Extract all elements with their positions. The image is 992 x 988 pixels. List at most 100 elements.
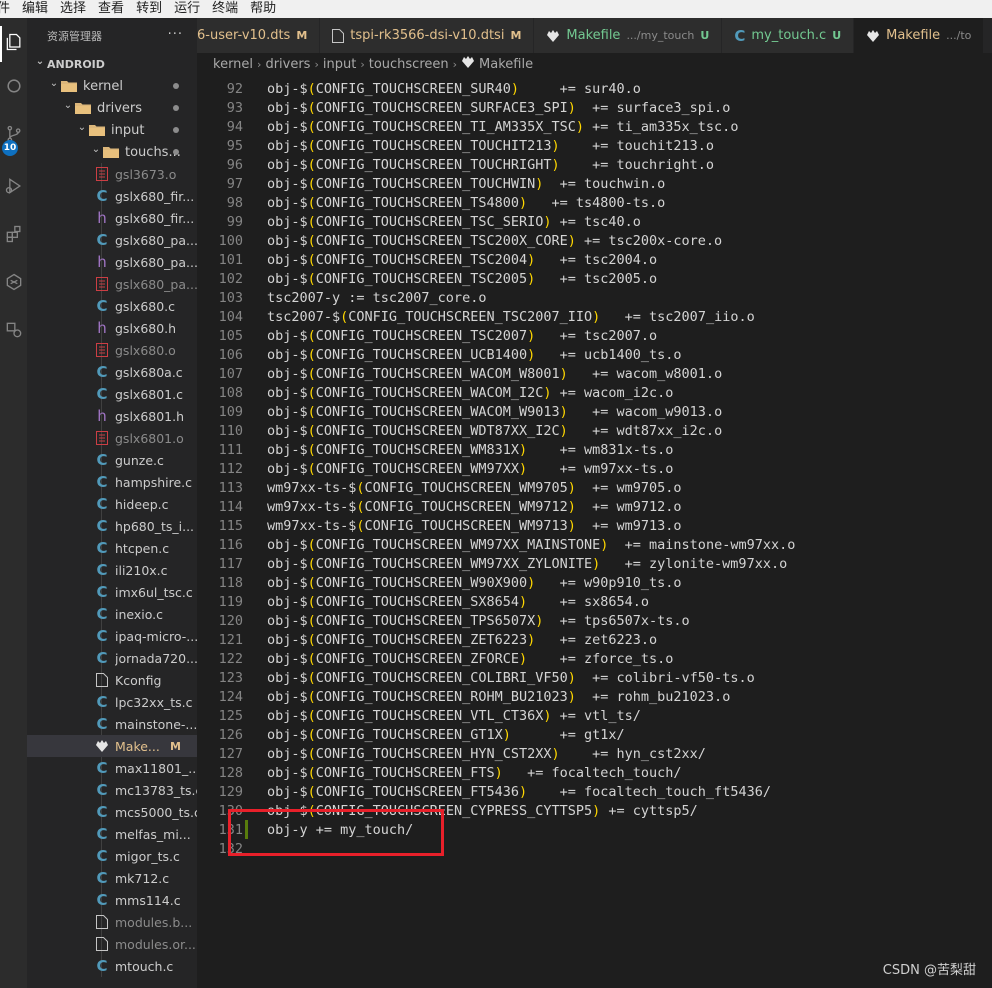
file-item[interactable]: gslx6801.o [27, 427, 197, 449]
code-text: obj-$(CONFIG_TOUCHSCREEN_WM97XX_ZYLONITE… [267, 556, 787, 572]
tab-6-user-v10-dts[interactable]: 6-user-v10.dts M [197, 18, 321, 53]
folder-item[interactable]: ⌄ kernel [27, 75, 197, 97]
menu-item[interactable]: 帮助 [244, 0, 282, 18]
settings-sync-icon[interactable] [0, 310, 27, 350]
run-debug-icon[interactable] [0, 166, 27, 206]
open-paren: ( [307, 802, 316, 819]
menu-item[interactable]: 运行 [168, 0, 206, 18]
tab-makefile[interactable]: Makefile .../my_touch U [534, 18, 723, 53]
file-item[interactable]: gsl3673.o [27, 163, 197, 185]
menu-item[interactable]: 件 [0, 0, 16, 18]
code-text: obj-$(CONFIG_TOUCHSCREEN_WACOM_W8001) +=… [267, 366, 722, 382]
open-paren: ( [307, 194, 316, 211]
file-item[interactable]: Cimx6ul_tsc.c [27, 581, 197, 603]
open-paren: ( [307, 669, 316, 686]
file-item[interactable]: Cgunze.c [27, 449, 197, 471]
line-number: 126 [218, 726, 243, 743]
file-item[interactable]: Cgslx680.c [27, 295, 197, 317]
code-text: obj-$(CONFIG_TOUCHSCREEN_ZET6223) += zet… [267, 632, 657, 648]
more-actions-icon[interactable]: ··· [168, 27, 183, 42]
breadcrumb-item[interactable]: input [323, 57, 356, 72]
code-text: obj-$(CONFIG_TOUCHSCREEN_UCB1400) += ucb… [267, 347, 682, 363]
remote-icon[interactable] [0, 262, 27, 302]
search-icon[interactable] [0, 66, 27, 106]
file-item[interactable]: Clpc32xx_ts.c [27, 691, 197, 713]
file-item[interactable]: Cmms114.c [27, 889, 197, 911]
folder-item[interactable]: ⌄ drivers [27, 97, 197, 119]
file-item[interactable]: Kconfig [27, 669, 197, 691]
code-line: 112 obj-$(CONFIG_TOUCHSCREEN_WM97XX) += w… [197, 459, 992, 478]
file-item[interactable]: Cmainstone-... [27, 713, 197, 735]
menu-item[interactable]: 查看 [92, 0, 130, 18]
file-item[interactable]: gslx680.o [27, 339, 197, 361]
code-line: 93 obj-$(CONFIG_TOUCHSCREEN_SURFACE3_SPI)… [197, 98, 992, 117]
file-item[interactable]: Cmk712.c [27, 867, 197, 889]
sidebar-title-text: 资源管理器 [47, 29, 102, 43]
code-suffix: += wm9705.o [575, 479, 682, 496]
file-item[interactable]: h gslx680_pa... [27, 251, 197, 273]
open-paren: ( [307, 688, 316, 705]
file-item[interactable]: modules.b... [27, 911, 197, 933]
file-item[interactable]: Champshire.c [27, 471, 197, 493]
chevron-right-icon: › [257, 57, 262, 71]
config-symbol: CONFIG_TOUCHSCREEN_COLIBRI_VF50 [315, 669, 568, 686]
file-item[interactable]: Cjornada720... [27, 647, 197, 669]
code-line: 115 wm97xx-ts-$(CONFIG_TOUCHSCREEN_WM9713… [197, 516, 992, 535]
file-item[interactable]: Cili210x.c [27, 559, 197, 581]
file-item[interactable]: Cmtouch.c [27, 955, 197, 977]
open-paren: ( [356, 498, 365, 515]
file-item[interactable]: Chtcpen.c [27, 537, 197, 559]
tab-tspi-rk3566-dsi-v10-dtsi[interactable]: tspi-rk3566-dsi-v10.dtsi M [320, 18, 535, 53]
code-text: obj-$(CONFIG_TOUCHSCREEN_TSC_SERIO) += t… [267, 214, 641, 230]
open-paren: ( [307, 80, 316, 97]
explorer-sidebar: 资源管理器 ··· ⌄ ANDROID ⌄ kernel ⌄ drivers ⌄ input ⌄… [27, 18, 197, 988]
menu-item[interactable]: 终端 [206, 0, 244, 18]
menu-item[interactable]: 转到 [130, 0, 168, 18]
code-suffix: += tsc200x-core.o [575, 232, 723, 249]
file-name: mainstone-... [115, 716, 197, 732]
file-item[interactable]: Cmelfas_mi... [27, 823, 197, 845]
file-item[interactable]: Cgslx6801.c [27, 383, 197, 405]
file-item[interactable]: h gslx680_fir... [27, 207, 197, 229]
file-item[interactable]: Make... M [27, 735, 197, 757]
breadcrumb-item[interactable]: Makefile [461, 55, 533, 73]
file-name: modules.b... [115, 914, 193, 930]
code-text: obj-$(CONFIG_TOUCHSCREEN_FT5436) += foca… [267, 784, 771, 800]
folder-item[interactable]: ⌄ touchs... [27, 141, 197, 163]
menu-item[interactable]: 编辑 [16, 0, 54, 18]
folder-item[interactable]: ⌄ input [27, 119, 197, 141]
file-item[interactable]: Chideep.c [27, 493, 197, 515]
file-item[interactable]: h gslx6801.h [27, 405, 197, 427]
file-item[interactable]: Chp680_ts_i... [27, 515, 197, 537]
file-name: hideep.c [115, 496, 169, 512]
file-item[interactable]: Cgslx680a.c [27, 361, 197, 383]
menu-item[interactable]: 选择 [54, 0, 92, 18]
code-editor[interactable]: 92 obj-$(CONFIG_TOUCHSCREEN_SUR40) += sur… [197, 75, 992, 988]
extensions-icon[interactable] [0, 214, 27, 254]
file-item[interactable]: Cmc13783_ts.c [27, 779, 197, 801]
explorer-icon[interactable] [0, 22, 27, 62]
file-tree: ⌄ ANDROID ⌄ kernel ⌄ drivers ⌄ input ⌄ touchs... g… [27, 53, 197, 977]
breadcrumb-item[interactable]: touchscreen [369, 57, 449, 72]
tab-makefile[interactable]: Makefile .../to [854, 18, 985, 53]
tab-git-badge: M [510, 29, 522, 42]
close-paren: ) [510, 80, 519, 97]
file-item[interactable]: modules.or... [27, 933, 197, 955]
file-item[interactable]: gslx680_pa... [27, 273, 197, 295]
file-item[interactable]: Cgslx680_pa... [27, 229, 197, 251]
workspace-root[interactable]: ⌄ ANDROID [27, 53, 197, 75]
file-name: Make... [115, 738, 160, 754]
file-item[interactable]: Cinexio.c [27, 603, 197, 625]
file-item[interactable]: h gslx680.h [27, 317, 197, 339]
code-prefix: obj-$ [267, 137, 308, 154]
tab-my-touch-c[interactable]: Cmy_touch.c U [722, 18, 855, 53]
c-file-icon: C [96, 957, 108, 975]
breadcrumb-item[interactable]: kernel [213, 57, 253, 72]
file-item[interactable]: Cipaq-micro-... [27, 625, 197, 647]
file-item[interactable]: Cmax11801_... [27, 757, 197, 779]
file-item[interactable]: Cgslx680_fir... [27, 185, 197, 207]
file-item[interactable]: Cmigor_ts.c [27, 845, 197, 867]
breadcrumb-item[interactable]: drivers [265, 57, 310, 72]
file-item[interactable]: Cmcs5000_ts.c [27, 801, 197, 823]
code-line: 97 obj-$(CONFIG_TOUCHSCREEN_TOUCHWIN) += … [197, 174, 992, 193]
